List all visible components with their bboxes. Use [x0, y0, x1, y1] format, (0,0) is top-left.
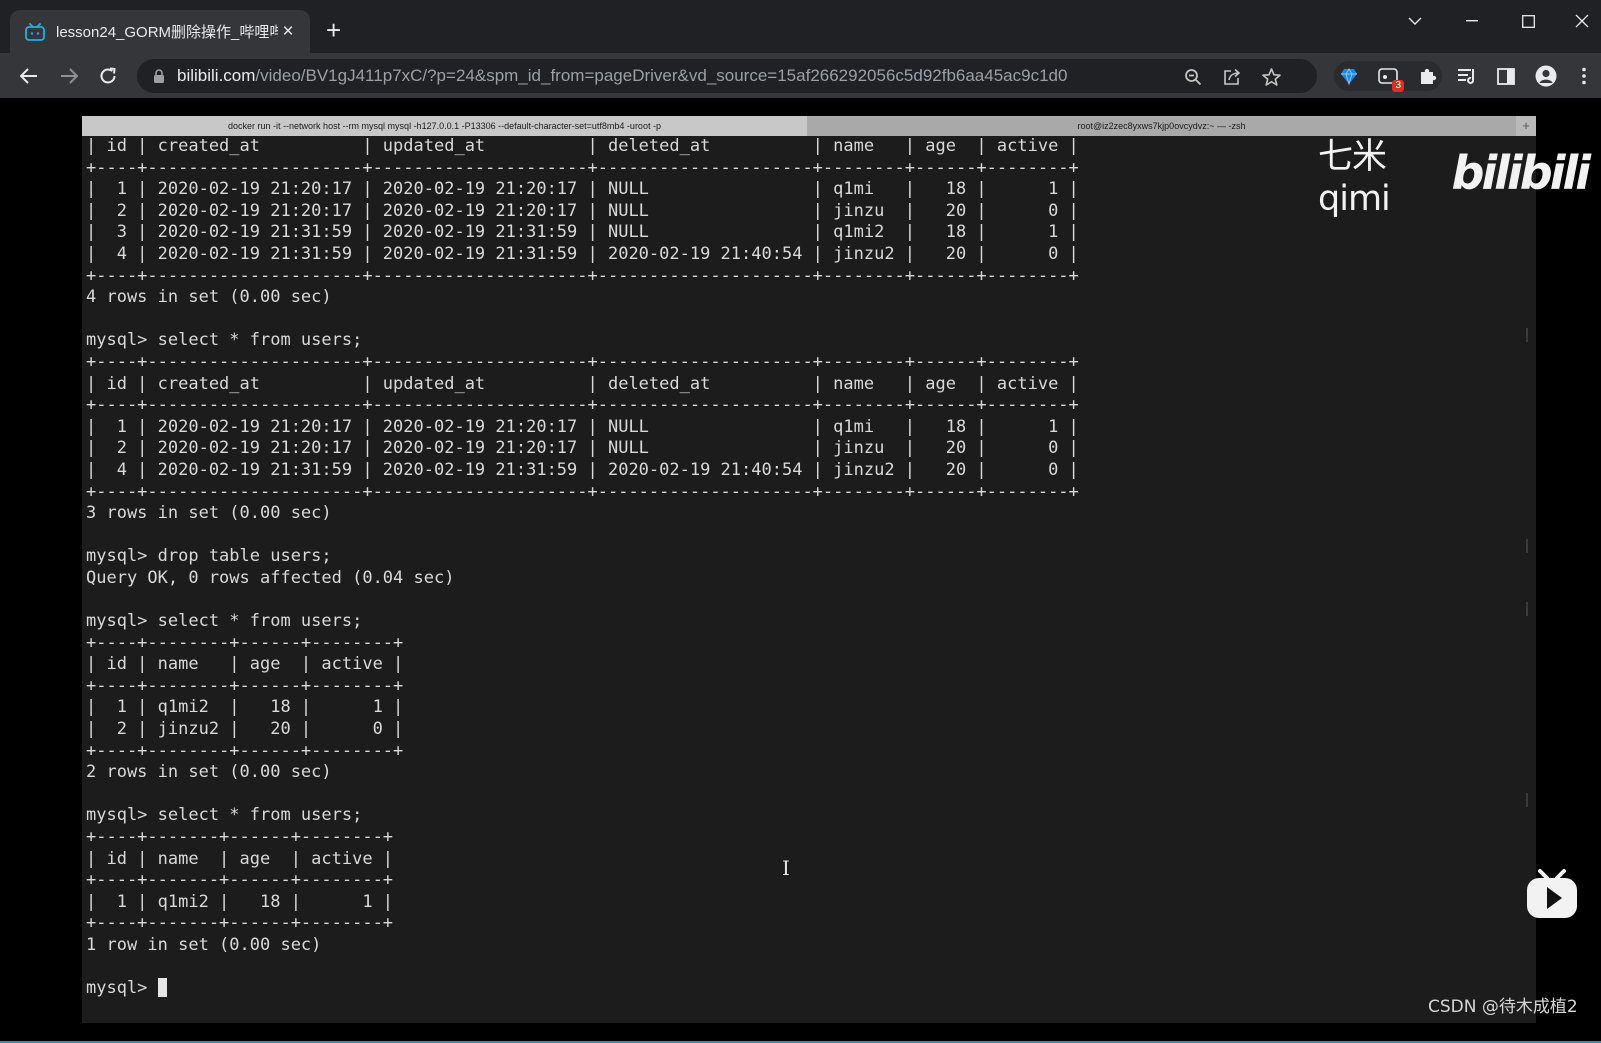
terminal-line: | 3 | 2020-02-19 21:31:59 | 2020-02-19 2…	[86, 222, 1079, 243]
puzzle-icon[interactable]	[1415, 64, 1439, 88]
terminal-line: | 4 | 2020-02-19 21:31:59 | 2020-02-19 2…	[86, 459, 1079, 480]
person-icon[interactable]	[1534, 64, 1558, 88]
terminal-new-tab-button[interactable]: +	[1516, 116, 1536, 136]
bilibili-logo: bilibili	[1451, 146, 1591, 200]
terminal-line: | id | created_at | updated_at | deleted…	[86, 373, 1079, 394]
terminal-line: mysql> select * from users;	[86, 805, 363, 826]
maximize-icon	[1521, 14, 1535, 28]
terminal-line: | 1 | q1mi2 | 18 | 1 |	[86, 891, 394, 912]
terminal-line: mysql>	[86, 978, 1532, 1000]
video-player[interactable]: docker run -it --network host --rm mysql…	[0, 98, 1601, 1043]
terminal-line: | 1 | q1mi2 | 18 | 1 |	[86, 697, 404, 718]
gem-extension-icon[interactable]	[1337, 64, 1361, 88]
terminal-line: | 2 | 2020-02-19 21:20:17 | 2020-02-19 2…	[86, 200, 1079, 221]
browser-toolbar: bilibili.com/video/BV1gJ411p7xC/?p=24&sp…	[0, 53, 1601, 98]
terminal-line: 2 rows in set (0.00 sec)	[86, 762, 332, 783]
terminal-line: Query OK, 0 rows affected (0.04 sec)	[86, 567, 455, 588]
lock-icon[interactable]	[151, 68, 167, 84]
reload-button[interactable]	[95, 63, 121, 89]
side-panel-icon[interactable]	[1494, 64, 1518, 88]
arrow-right-icon	[61, 68, 78, 84]
text-cursor-icon: I	[782, 856, 790, 880]
csdn-watermark: CSDN @待木成植2	[1428, 997, 1578, 1017]
reload-icon	[100, 67, 116, 84]
uploader-watermark: 七米qimi bilibili	[1318, 137, 1591, 219]
close-icon	[1575, 14, 1589, 28]
terminal-line: | 4 | 2020-02-19 21:31:59 | 2020-02-19 2…	[86, 243, 1079, 264]
terminal-line: 1 row in set (0.00 sec)	[86, 934, 322, 955]
back-button[interactable]	[16, 63, 42, 89]
terminal-line: +----+---------------------+------------…	[86, 265, 1079, 286]
terminal-line: | 2 | jinzu2 | 20 | 0 |	[86, 719, 404, 740]
terminal-line: | 2 | 2020-02-19 21:20:17 | 2020-02-19 2…	[86, 438, 1079, 459]
terminal-output[interactable]: | id | created_at | updated_at | deleted…	[86, 136, 1532, 1023]
terminal-line: +----+-------+------+--------+	[86, 913, 394, 934]
terminal-line: | 1 | 2020-02-19 21:20:17 | 2020-02-19 2…	[86, 179, 1079, 200]
terminal-line: 4 rows in set (0.00 sec)	[86, 287, 332, 308]
terminal-line: +----+---------------------+------------…	[86, 395, 1079, 416]
terminal-line: | 1 | 2020-02-19 21:20:17 | 2020-02-19 2…	[86, 416, 1079, 437]
new-tab-button[interactable]: +	[326, 17, 341, 43]
terminal-line: +----+--------+------+--------+	[86, 632, 404, 653]
terminal-line: +----+-------+------+--------+	[86, 870, 394, 891]
terminal-tab-mysql[interactable]: docker run -it --network host --rm mysql…	[82, 116, 807, 136]
scroll-marker	[1526, 793, 1528, 807]
terminal-line: +----+---------------------+------------…	[86, 351, 1079, 372]
terminal-line: | id | created_at | updated_at | deleted…	[86, 136, 1079, 156]
arrow-left-icon	[20, 68, 37, 84]
terminal-line: mysql> select * from users;	[86, 611, 363, 632]
zoom-icon[interactable]	[1183, 67, 1203, 87]
extension-badge: 3	[1392, 80, 1404, 92]
terminal-line: mysql> select * from users;	[86, 330, 363, 351]
terminal-line: | id | name | age | active |	[86, 654, 404, 675]
terminal-line: +----+---------------------+------------…	[86, 157, 1079, 178]
url-path: /video/BV1gJ411p7xC/?p=24&spm_id_from=pa…	[255, 66, 1068, 85]
address-bar[interactable]: bilibili.com/video/BV1gJ411p7xC/?p=24&sp…	[137, 59, 1317, 93]
tab-search-button[interactable]	[1395, 8, 1435, 34]
chevron-down-icon	[1408, 17, 1422, 25]
share-icon[interactable]	[1222, 67, 1242, 87]
watermark-text: 七米qimi	[1318, 136, 1391, 219]
terminal-line: +----+--------+------+--------+	[86, 675, 404, 696]
browser-tab[interactable]: lesson24_GORM删除操作_哔哩哔哩 ×	[10, 10, 310, 53]
close-window-button[interactable]	[1562, 8, 1601, 34]
url-host: bilibili.com	[177, 66, 256, 85]
terminal-window: docker run -it --network host --rm mysql…	[82, 116, 1536, 1023]
terminal-line: +----+--------+------+--------+	[86, 740, 404, 761]
scroll-marker	[1526, 539, 1528, 553]
browser-tab-bar: lesson24_GORM删除操作_哔哩哔哩 × +	[0, 0, 1601, 53]
extension-with-badge-icon[interactable]: 3	[1376, 64, 1404, 92]
maximize-button[interactable]	[1508, 8, 1548, 34]
tab-close-button[interactable]: ×	[278, 21, 298, 42]
terminal-line: +----+-------+------+--------+	[86, 827, 394, 847]
scroll-marker	[1526, 602, 1528, 616]
terminal-line: +----+---------------------+------------…	[86, 481, 1079, 502]
bilibili-tv-icon	[24, 21, 46, 43]
scroll-marker	[1526, 328, 1528, 342]
terminal-cursor	[157, 978, 167, 998]
forward-button[interactable]	[56, 63, 82, 89]
terminal-line: mysql> drop table users;	[86, 546, 332, 567]
terminal-line: | id | name | age | active |	[86, 848, 394, 869]
bilibili-play-icon[interactable]	[1524, 868, 1580, 920]
tab-title: lesson24_GORM删除操作_哔哩哔哩	[56, 24, 278, 41]
kebab-icon[interactable]	[1572, 64, 1596, 88]
reading-list-icon[interactable]	[1455, 64, 1479, 88]
star-icon[interactable]	[1261, 67, 1281, 87]
url-text[interactable]: bilibili.com/video/BV1gJ411p7xC/?p=24&sp…	[177, 66, 1187, 86]
minimize-icon	[1466, 20, 1478, 22]
terminal-line: 3 rows in set (0.00 sec)	[86, 503, 332, 524]
minimize-button[interactable]	[1452, 8, 1492, 34]
